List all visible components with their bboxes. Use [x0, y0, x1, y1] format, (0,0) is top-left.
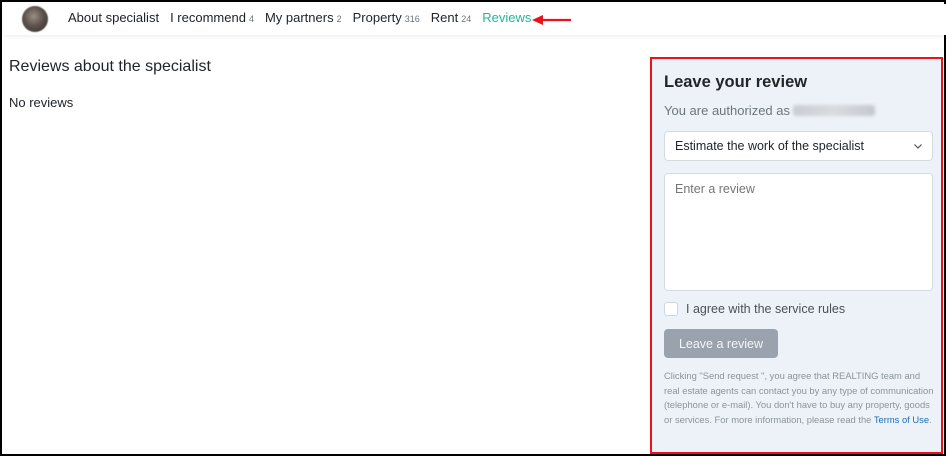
- top-navigation: About specialist I recommend 4 My partner…: [4, 4, 946, 35]
- tab-label: Rent: [430, 10, 459, 25]
- tab-property[interactable]: Property 316: [353, 10, 420, 25]
- blurred-username: [793, 105, 876, 116]
- annotation-arrow-icon: [532, 15, 571, 25]
- chevron-down-icon: [914, 144, 922, 149]
- tab-label: My partners: [264, 10, 334, 25]
- authorized-label: You are authorized as: [664, 103, 791, 118]
- specialist-avatar[interactable]: [22, 6, 48, 32]
- tab-i-recommend[interactable]: I recommend 4: [170, 10, 254, 25]
- tab-about-specialist[interactable]: About specialist: [68, 10, 159, 25]
- tab-rent[interactable]: Rent 24: [431, 10, 471, 25]
- agree-label: I agree with the service rules: [686, 302, 846, 316]
- tab-count: 4: [248, 14, 254, 24]
- tab-count: 316: [404, 14, 420, 24]
- page-title: Reviews about the specialist: [9, 58, 211, 75]
- tab-label: About specialist: [68, 10, 160, 25]
- authorized-as-text: You are authorized as: [664, 103, 876, 118]
- review-textarea[interactable]: [664, 173, 933, 291]
- review-form-title: Leave your review: [664, 73, 808, 91]
- profile-tabs: About specialist I recommend 4 My partner…: [68, 10, 542, 25]
- terms-of-use-link[interactable]: Terms of Use: [874, 414, 929, 425]
- rating-select[interactable]: Estimate the work of the specialist: [664, 131, 933, 161]
- tab-label: I recommend: [170, 10, 246, 25]
- review-form-panel: Leave your review You are authorized as …: [650, 57, 943, 454]
- agree-checkbox[interactable]: [664, 302, 678, 316]
- tab-my-partners[interactable]: My partners 2: [265, 10, 342, 25]
- tab-count: 2: [336, 14, 342, 24]
- tab-reviews[interactable]: Reviews: [482, 10, 531, 25]
- tab-count: 24: [461, 14, 472, 24]
- rating-select-value: Estimate the work of the specialist: [675, 139, 864, 153]
- consent-disclaimer: Clicking "Send request ", you agree that…: [664, 370, 934, 425]
- empty-reviews-text: No reviews: [9, 95, 74, 110]
- leave-review-button[interactable]: Leave a review: [664, 329, 778, 358]
- tab-label: Reviews: [482, 10, 532, 25]
- agree-rules-checkbox-row[interactable]: I agree with the service rules: [664, 302, 845, 316]
- tab-label: Property: [352, 10, 402, 25]
- page-frame: About specialist I recommend 4 My partner…: [0, 0, 946, 456]
